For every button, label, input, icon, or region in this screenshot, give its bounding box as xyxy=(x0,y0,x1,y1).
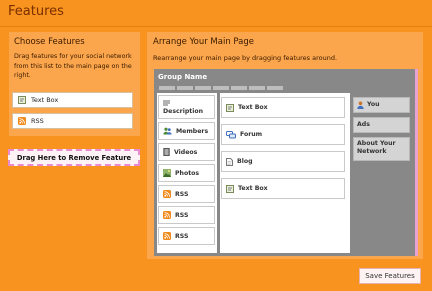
page-layout-canvas: Group Name Description Members Videos Ph… xyxy=(154,69,418,256)
tab-placeholder xyxy=(177,86,193,90)
tab-placeholder xyxy=(195,86,211,90)
tab-placeholder xyxy=(249,86,265,90)
left-column: Description Members Videos Photos RSS RS… xyxy=(157,93,217,253)
feature-item-text-box[interactable]: Text Box xyxy=(12,92,133,108)
rss-icon xyxy=(18,117,26,125)
module-text-box[interactable]: Text Box xyxy=(221,178,345,199)
videos-icon xyxy=(163,148,170,156)
members-icon xyxy=(163,127,172,135)
module-rss[interactable]: RSS xyxy=(158,206,215,224)
module-forum[interactable]: Forum xyxy=(221,124,345,145)
rss-icon xyxy=(163,211,171,219)
feature-item-label: RSS xyxy=(31,117,44,125)
feature-item-label: Text Box xyxy=(31,96,59,104)
module-members[interactable]: Members xyxy=(158,122,215,140)
module-description[interactable]: Description xyxy=(158,95,215,119)
module-label: About Your Network xyxy=(357,140,396,155)
text-box-icon xyxy=(226,103,234,112)
group-name-heading: Group Name xyxy=(158,73,208,81)
module-rss[interactable]: RSS xyxy=(158,227,215,245)
module-text-box[interactable]: Text Box xyxy=(221,97,345,118)
module-you[interactable]: You xyxy=(353,97,410,113)
text-box-icon xyxy=(18,96,26,104)
tab-placeholder xyxy=(213,86,229,90)
main-column: Text Box Forum Blog Text Box xyxy=(220,93,350,253)
module-label: Text Box xyxy=(238,104,268,111)
module-label: Blog xyxy=(237,158,253,165)
page-title: Features xyxy=(8,4,64,19)
tab-strip xyxy=(159,86,289,90)
module-blog[interactable]: Blog xyxy=(221,151,345,172)
rss-icon xyxy=(163,232,171,240)
photos-icon xyxy=(163,169,171,177)
feature-item-rss[interactable]: RSS xyxy=(12,113,133,129)
module-videos[interactable]: Videos xyxy=(158,143,215,161)
module-photos[interactable]: Photos xyxy=(158,164,215,182)
module-label: RSS xyxy=(175,190,189,198)
arrange-page-panel: Arrange Your Main Page Rearrange your ma… xyxy=(147,32,423,259)
rss-icon xyxy=(163,190,171,198)
module-label: You xyxy=(367,101,380,108)
canvas-edge xyxy=(415,69,418,256)
forum-icon xyxy=(226,130,236,139)
module-label: RSS xyxy=(175,232,189,240)
choose-features-title: Choose Features xyxy=(14,37,85,47)
module-rss[interactable]: RSS xyxy=(158,185,215,203)
description-icon xyxy=(163,100,170,107)
choose-features-description: Drag features for your social network fr… xyxy=(14,53,132,79)
module-label: RSS xyxy=(175,211,189,219)
module-label: Ads xyxy=(357,121,370,128)
header-divider xyxy=(0,26,432,27)
module-ads[interactable]: Ads xyxy=(353,117,410,133)
module-label: Members xyxy=(176,127,209,135)
tab-placeholder xyxy=(159,86,175,90)
module-label: Text Box xyxy=(238,185,268,192)
remove-feature-drop-zone[interactable]: Drag Here to Remove Feature xyxy=(8,149,140,166)
module-label: Videos xyxy=(174,148,198,156)
blog-icon xyxy=(226,157,233,166)
module-label: Photos xyxy=(175,169,200,177)
tab-placeholder xyxy=(267,86,283,90)
user-icon xyxy=(357,101,364,109)
arrange-title: Arrange Your Main Page xyxy=(153,37,254,47)
module-about-your-network[interactable]: About Your Network xyxy=(353,137,410,161)
text-box-icon xyxy=(226,184,234,193)
arrange-description: Rearrange your main page by dragging fea… xyxy=(153,54,338,62)
module-label: Forum xyxy=(240,131,263,138)
save-features-button[interactable]: Save Features xyxy=(359,268,421,284)
module-label: Description xyxy=(163,107,204,115)
right-column: You Ads About Your Network xyxy=(353,93,412,253)
tab-placeholder xyxy=(231,86,247,90)
